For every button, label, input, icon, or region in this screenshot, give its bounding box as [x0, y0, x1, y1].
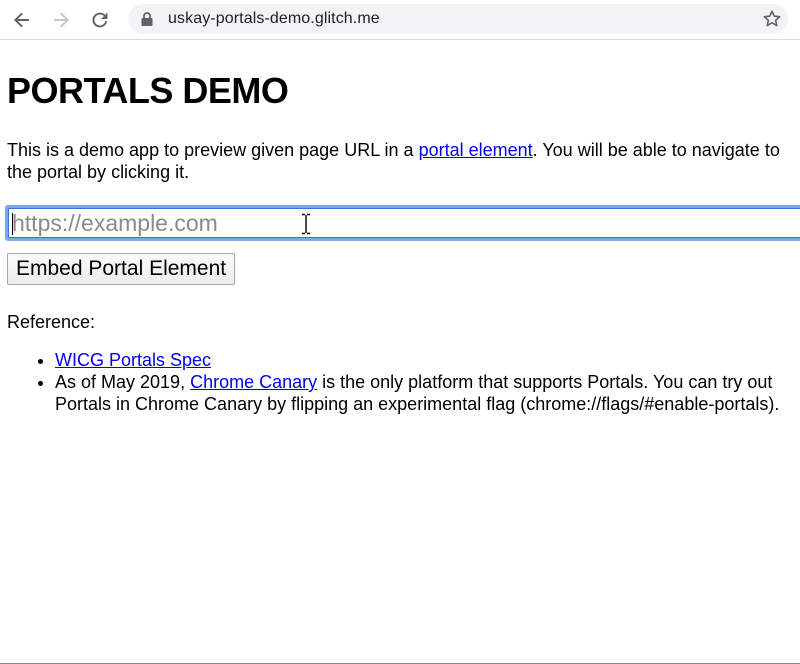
page-title: PORTALS DEMO — [7, 70, 289, 111]
star-icon[interactable] — [762, 9, 782, 29]
address-bar[interactable]: uskay-portals-demo.glitch.me — [128, 4, 788, 34]
reload-button[interactable] — [86, 6, 114, 34]
browser-toolbar: uskay-portals-demo.glitch.me — [0, 0, 800, 40]
reference-label: Reference: — [7, 312, 96, 332]
embed-portal-button[interactable]: Embed Portal Element — [7, 253, 236, 285]
page-content: PORTALS DEMO This is a demo app to previ… — [0, 41, 800, 664]
intro-text-before: This is a demo app to preview given page… — [7, 140, 419, 160]
text-caret — [12, 213, 13, 235]
forward-button[interactable] — [47, 6, 75, 34]
lock-icon — [141, 12, 153, 26]
portal-element-link[interactable]: portal element — [419, 140, 533, 160]
chrome-canary-link[interactable]: Chrome Canary — [190, 372, 317, 392]
back-button[interactable] — [8, 6, 36, 34]
ibeam-cursor-icon — [302, 213, 310, 235]
list-item: As of May 2019, Chrome Canary is the onl… — [55, 371, 787, 415]
reload-icon — [92, 12, 108, 28]
list-item: WICG Portals Spec — [55, 349, 787, 371]
wicg-portals-spec-link[interactable]: WICG Portals Spec — [55, 350, 211, 370]
reference-text-before: As of May 2019, — [55, 372, 191, 392]
reference-list: WICG Portals Spec As of May 2019, Chrome… — [7, 349, 787, 415]
arrow-right-icon — [54, 12, 69, 28]
arrow-left-icon — [14, 12, 29, 28]
address-url: uskay-portals-demo.glitch.me — [168, 10, 380, 27]
url-input[interactable] — [8, 208, 800, 238]
intro-paragraph: This is a demo app to preview given page… — [7, 139, 787, 183]
url-input-focus-ring — [5, 205, 800, 241]
